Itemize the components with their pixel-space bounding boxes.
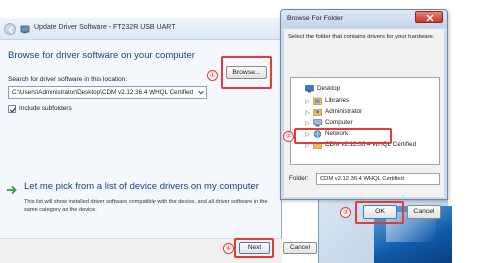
- tree-item-label: Administrator: [325, 108, 363, 115]
- step-3-marker: ③: [340, 207, 351, 218]
- pick-from-list-description: This list will show installed driver sof…: [24, 199, 268, 213]
- chevron-down-icon[interactable]: [196, 87, 206, 98]
- include-subfolders-label: Include subfolders: [19, 105, 72, 112]
- chevron-right-icon[interactable]: ▷: [305, 97, 310, 107]
- libraries-icon: [313, 97, 322, 105]
- tree-item-label: Desktop: [317, 85, 341, 92]
- dialog-title: Browse For Folder: [287, 15, 343, 22]
- dialog-client-area: Select the folder that contains drivers …: [284, 29, 444, 197]
- dialog-instruction: Select the folder that contains drivers …: [288, 34, 435, 40]
- device-manager-icon: [20, 24, 30, 34]
- browse-highlight: [221, 56, 272, 89]
- wizard-cancel-button[interactable]: Cancel: [283, 242, 317, 254]
- chevron-right-icon[interactable]: ▷: [305, 108, 310, 118]
- user-folder-icon: [313, 108, 322, 116]
- browse-for-folder-dialog: Browse For Folder Select the folder that…: [280, 9, 448, 200]
- dialog-titlebar: Browse For Folder: [281, 10, 447, 28]
- folder-tree[interactable]: Desktop ▷ Libraries ▷ Administrator ▷ Co…: [290, 77, 440, 165]
- wizard-title: Update Driver Software - FT232R USB UART: [34, 24, 176, 31]
- include-subfolders-checkbox[interactable]: [8, 105, 17, 113]
- back-arrow-icon[interactable]: [4, 23, 16, 35]
- driver-path-input[interactable]: C:\Users\Administrator\Desktop\CDM v2.12…: [8, 86, 207, 99]
- step-4-marker: ④: [223, 243, 234, 254]
- pick-from-list-link[interactable]: Let me pick from a list of device driver…: [24, 181, 259, 192]
- folder-label: Folder:: [289, 175, 309, 182]
- step-1-marker: ①: [207, 70, 218, 81]
- computer-icon: [313, 119, 322, 127]
- update-driver-window: Update Driver Software - FT232R USB UART…: [0, 18, 282, 263]
- dialog-cancel-button[interactable]: Cancel: [407, 205, 441, 219]
- folder-name-input[interactable]: CDM v2.12.36.4 WHQL Certified: [316, 173, 440, 185]
- wizard-titlebar: Update Driver Software - FT232R USB UART: [0, 18, 282, 40]
- step-2-marker: ②: [283, 131, 294, 142]
- wizard-heading: Browse for driver software on your compu…: [8, 50, 195, 61]
- tree-item-label: Libraries: [325, 97, 350, 104]
- next-highlight: [234, 238, 274, 258]
- tree-item-label: Computer: [325, 119, 353, 126]
- close-icon[interactable]: [415, 11, 443, 23]
- ok-highlight: [355, 201, 404, 224]
- desktop-icon: [305, 85, 314, 93]
- green-arrow-icon: [6, 184, 18, 196]
- search-location-label: Search for driver software in this locat…: [8, 76, 128, 83]
- selected-folder-highlight: [294, 128, 392, 144]
